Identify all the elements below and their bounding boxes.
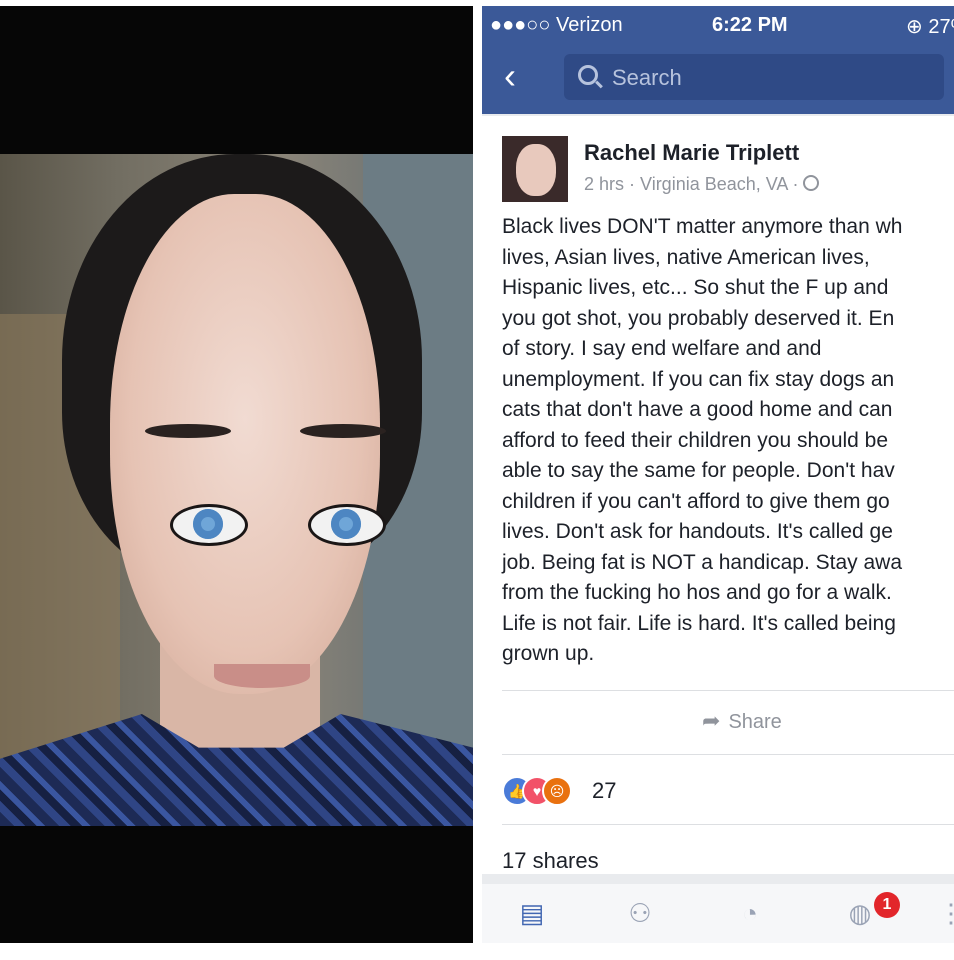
shares-count[interactable]: 17 shares (502, 848, 599, 874)
divider (502, 754, 954, 755)
top-navbar: ●●●○○ Verizon 6:22 PM ⊕ 27% ‹ (482, 6, 954, 114)
battery-status: ⊕ 27% (906, 14, 954, 39)
photo-left-eyebrow (145, 424, 231, 438)
post-body-line: Life is not fair. Life is hard. It's cal… (502, 611, 896, 635)
post-body-line: afford to feed their children you should… (502, 428, 889, 452)
post-body-line: from the fucking ho hos and go for a wal… (502, 581, 892, 604)
post-meta-text: 2 hrs · Virginia Beach, VA · (584, 174, 799, 194)
tab-more[interactable]: ⋮ (938, 898, 954, 932)
tab-notifications[interactable]: ◍ (842, 898, 878, 932)
divider (502, 824, 954, 825)
photo-lips (214, 664, 310, 688)
selfie-photo (0, 154, 473, 826)
post-card: Rachel Marie Triplett 2 hrs · Virginia B… (482, 116, 954, 874)
phone-screenshot: ●●●○○ Verizon 6:22 PM ⊕ 27% ‹ Rachel Mar… (482, 6, 954, 943)
post-body-line: of story. I say end welfare and and (502, 337, 822, 360)
post-body-line: children if you can't afford to give the… (502, 489, 890, 513)
notification-badge: 1 (874, 892, 900, 918)
status-time: 6:22 PM (712, 14, 788, 36)
search-icon (578, 65, 598, 85)
photo-panel (0, 6, 473, 943)
bottom-tab-bar: ▤ ⚇ ◔ ◍ 1 ⋮ (482, 884, 954, 943)
tab-messenger[interactable]: ◔ (732, 898, 768, 932)
post-meta: 2 hrs · Virginia Beach, VA · (584, 174, 820, 195)
search-input[interactable] (610, 62, 914, 94)
messenger-icon: ◔ (742, 898, 758, 928)
photo-right-eyebrow (300, 424, 386, 438)
avatar-face (516, 144, 556, 196)
photo-face (110, 194, 380, 694)
battery-level: 27% (928, 16, 954, 38)
share-button[interactable]: ➦ Share (702, 708, 782, 738)
post-body-line: Hispanic lives, etc... So shut the F up … (502, 276, 889, 299)
search-bar[interactable] (564, 54, 944, 100)
chevron-left-icon[interactable]: ‹ (504, 56, 534, 96)
avatar[interactable] (502, 136, 568, 202)
post-body-line: grown up. (502, 642, 595, 665)
status-bar: ●●●○○ Verizon 6:22 PM ⊕ 27% (482, 6, 954, 42)
share-arrow-icon: ➦ (702, 708, 721, 733)
post-body-line: able to say the same for people. Don't h… (502, 459, 895, 482)
globe-notifications-icon: ◍ (848, 898, 872, 928)
friends-icon: ⚇ (628, 898, 652, 928)
post-body-line: lives, Asian lives, native American live… (502, 245, 870, 269)
tab-friend-requests[interactable]: ⚇ (622, 898, 658, 932)
share-label: Share (728, 711, 782, 733)
post-body: Black lives DON'T matter anymore than wh… (502, 212, 954, 670)
tab-news-feed[interactable]: ▤ (514, 898, 550, 932)
post-body-line: you got shot, you probably deserved it. … (502, 306, 895, 330)
post-body-line: lives. Don't ask for handouts. It's call… (502, 520, 893, 543)
post-body-line: unemployment. If you can fix stay dogs a… (502, 367, 895, 391)
angry-reaction-icon: ☹ (542, 776, 572, 806)
more-icon: ⋮ (938, 898, 954, 928)
post-body-line: Black lives DON'T matter anymore than wh (502, 215, 903, 238)
photo-right-eye (308, 504, 386, 546)
post-author-name[interactable]: Rachel Marie Triplett (584, 140, 799, 166)
photo-left-eye (170, 504, 248, 546)
carrier-signal: ●●●○○ Verizon (490, 14, 623, 36)
globe-icon (803, 175, 820, 191)
post-body-line: cats that don't have a good home and can (502, 398, 893, 421)
news-feed-icon: ▤ (519, 898, 545, 928)
reaction-count: 27 (592, 778, 617, 803)
divider (502, 690, 954, 691)
post-body-line: job. Being fat is NOT a handicap. Stay a… (502, 550, 903, 574)
